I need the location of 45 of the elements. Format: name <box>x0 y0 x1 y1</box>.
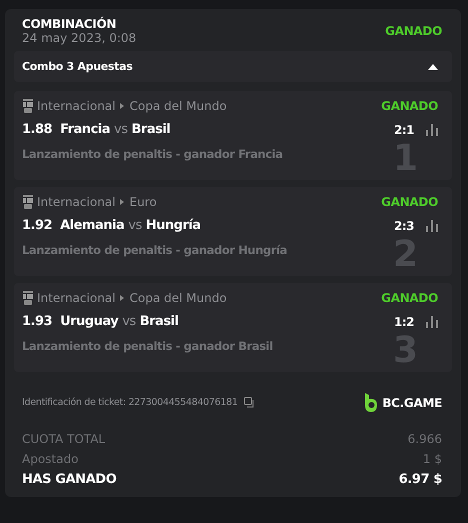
combo-label: Combo 3 Apuestas <box>22 60 132 73</box>
stats-icon[interactable] <box>426 316 438 328</box>
stats-icon[interactable] <box>426 220 438 232</box>
status-label: GANADO <box>381 291 438 305</box>
league-logo-icon <box>22 195 34 209</box>
category-label: Internacional <box>37 99 116 113</box>
total-label: CUOTA TOTAL <box>22 432 106 446</box>
league-logo-icon <box>22 291 34 305</box>
stats-icon[interactable] <box>426 124 438 136</box>
brand-logo-icon <box>364 393 378 412</box>
chevron-right-icon <box>120 199 124 205</box>
total-value: 1 $ <box>422 452 442 466</box>
chevron-right-icon <box>120 103 124 109</box>
copy-icon[interactable] <box>244 397 255 408</box>
score-value: 2:1 <box>394 122 414 136</box>
market-label: Lanzamiento de penaltis - ganador Hungría <box>22 243 288 257</box>
odds-value: 1.92 <box>22 218 52 233</box>
odds-value: 1.88 <box>22 122 52 137</box>
combo-toggle[interactable]: Combo 3 Apuestas <box>14 51 452 82</box>
category-label: Internacional <box>37 291 116 305</box>
brand-name: BC.GAME <box>382 396 442 410</box>
league-logo-icon <box>22 99 34 113</box>
ticket-id: Identificación de ticket: 2273004455484076181 <box>22 397 238 408</box>
total-value: 6.97 $ <box>398 472 442 487</box>
score-value: 1:2 <box>394 314 414 328</box>
odds-value: 1.93 <box>22 314 52 329</box>
league-label: Euro <box>129 195 157 209</box>
status-label: GANADO <box>385 24 442 38</box>
league-label: Copa del Mundo <box>129 99 227 113</box>
bet-title: COMBINACIÓN <box>22 17 118 31</box>
status-label: GANADO <box>381 99 438 113</box>
league-label: Copa del Mundo <box>129 291 227 305</box>
status-label: GANADO <box>381 195 438 209</box>
match-teams: Francia vs Brasil <box>60 122 170 137</box>
total-value: 6.966 <box>408 432 442 446</box>
total-label: Apostado <box>22 452 78 466</box>
category-label: Internacional <box>37 195 116 209</box>
match-teams: Uruguay vs Brasil <box>60 314 178 329</box>
bet-date: 24 may 2023, 0:08 <box>22 31 136 45</box>
score-value: 2:3 <box>394 218 414 232</box>
chevron-right-icon <box>120 295 124 301</box>
market-label: Lanzamiento de penaltis - ganador Brasil <box>22 339 273 353</box>
market-label: Lanzamiento de penaltis - ganador Francia <box>22 147 283 161</box>
total-label: HAS GANADO <box>22 472 116 487</box>
match-teams: Alemania vs Hungría <box>60 218 201 233</box>
